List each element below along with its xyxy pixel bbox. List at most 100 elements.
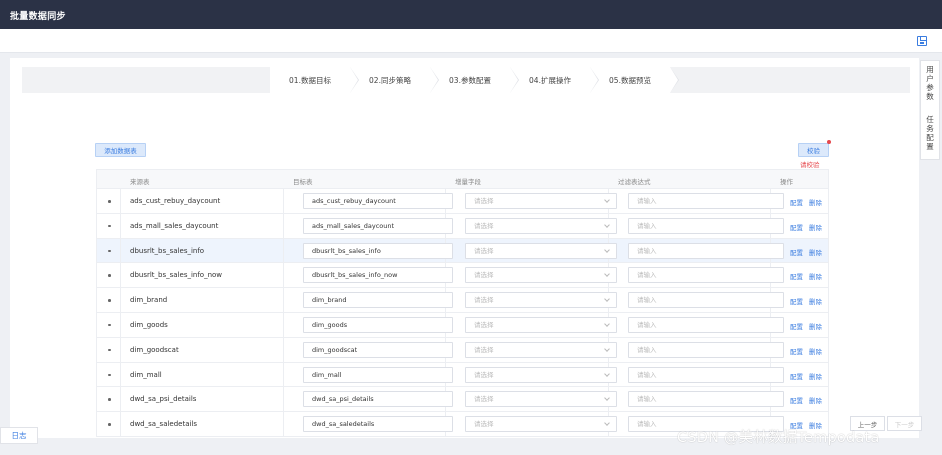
config-link[interactable]: 配置 bbox=[790, 346, 803, 356]
target-table-input[interactable]: dwd_sa_psi_details bbox=[303, 391, 453, 408]
add-table-button[interactable]: 添加数据表 bbox=[95, 143, 146, 157]
input-placeholder: 请输入 bbox=[637, 370, 657, 379]
target-table-input[interactable]: dbusrlt_bs_sales_info_now bbox=[303, 267, 453, 284]
target-table-input[interactable]: dim_brand bbox=[303, 292, 453, 309]
sub-toolbar bbox=[0, 29, 942, 53]
target-table-input[interactable]: dim_mall bbox=[303, 366, 453, 383]
row-bullet bbox=[108, 224, 111, 228]
check-alert-dot bbox=[827, 140, 831, 144]
filter-expression-input[interactable]: 请输入 bbox=[628, 316, 784, 333]
main-panel: 01.数据目标 02.同步策略 03.参数配置 04.扩展操作 05.数据预览 … bbox=[10, 58, 919, 438]
step-3[interactable]: 03.参数配置 bbox=[430, 67, 519, 93]
input-placeholder: 请输入 bbox=[637, 420, 657, 429]
increment-field-select[interactable]: 请选择 bbox=[465, 416, 617, 433]
log-tab[interactable]: 日志 bbox=[0, 427, 38, 444]
table-body: ads_cust_rebuy_daycount ads_cust_rebuy_da… bbox=[96, 189, 829, 437]
col-divider bbox=[283, 387, 284, 412]
col-divider bbox=[120, 337, 121, 362]
delete-link[interactable]: 删除 bbox=[809, 395, 822, 405]
input-placeholder: 请输入 bbox=[637, 345, 657, 354]
filter-expression-input[interactable]: 请输入 bbox=[628, 217, 784, 234]
select-placeholder: 请选择 bbox=[474, 246, 494, 255]
filter-expression-input[interactable]: 请输入 bbox=[628, 366, 784, 383]
chevron-down-icon bbox=[604, 221, 610, 228]
target-table-input[interactable]: ads_mall_sales_daycount bbox=[303, 217, 453, 234]
sync-table: 来源表 目标表 增量字段 过滤表达式 操作 ads_cust_rebuy_day… bbox=[96, 169, 829, 437]
header-ops: 操作 bbox=[780, 178, 793, 186]
config-link[interactable]: 配置 bbox=[790, 321, 803, 331]
target-table-input[interactable]: dim_goodscat bbox=[303, 341, 453, 358]
next-step-button[interactable]: 下一步 bbox=[887, 416, 922, 431]
row-bullet bbox=[108, 398, 111, 401]
step-4[interactable]: 04.扩展操作 bbox=[510, 67, 599, 93]
delete-link[interactable]: 删除 bbox=[809, 346, 822, 356]
select-placeholder: 请选择 bbox=[474, 271, 494, 280]
filter-expression-input[interactable]: 请输入 bbox=[628, 267, 784, 284]
select-placeholder: 请选择 bbox=[474, 395, 494, 404]
row-bullet bbox=[108, 249, 111, 253]
increment-field-select[interactable]: 请选择 bbox=[465, 267, 617, 284]
increment-field-select[interactable]: 请选择 bbox=[465, 292, 617, 309]
chevron-down-icon bbox=[604, 395, 610, 402]
delete-link[interactable]: 删除 bbox=[809, 271, 822, 281]
check-button[interactable]: 校验 bbox=[798, 143, 829, 157]
config-link[interactable]: 配置 bbox=[790, 296, 803, 306]
source-table-name: dim_mall bbox=[130, 370, 162, 379]
delete-link[interactable]: 删除 bbox=[809, 247, 822, 257]
target-table-input[interactable]: dim_goods bbox=[303, 316, 453, 333]
target-table-input[interactable]: ads_cust_rebuy_daycount bbox=[303, 193, 453, 209]
increment-field-select[interactable]: 请选择 bbox=[465, 366, 617, 383]
step-5[interactable]: 05.数据预览 bbox=[590, 67, 679, 93]
step-1[interactable]: 01.数据目标 bbox=[270, 67, 359, 93]
filter-expression-input[interactable]: 请输入 bbox=[628, 341, 784, 358]
increment-field-select[interactable]: 请选择 bbox=[465, 316, 617, 333]
delete-link[interactable]: 删除 bbox=[809, 296, 822, 306]
filter-expression-input[interactable]: 请输入 bbox=[628, 391, 784, 408]
col-divider bbox=[283, 288, 284, 312]
target-table-input[interactable]: dbusrlt_bs_sales_info bbox=[303, 242, 453, 259]
filter-expression-input[interactable]: 请输入 bbox=[628, 193, 784, 209]
col-divider bbox=[283, 213, 284, 238]
chevron-down-icon bbox=[604, 345, 610, 352]
check-warning-text: 请校验 bbox=[800, 161, 820, 169]
col-divider bbox=[120, 412, 121, 436]
filter-expression-input[interactable]: 请输入 bbox=[628, 292, 784, 309]
col-divider bbox=[283, 263, 284, 288]
row-bullet bbox=[108, 323, 111, 327]
delete-link[interactable]: 删除 bbox=[809, 321, 822, 331]
increment-field-select[interactable]: 请选择 bbox=[465, 341, 617, 358]
input-placeholder: 请输入 bbox=[637, 296, 657, 305]
input-placeholder: 请输入 bbox=[637, 271, 657, 280]
save-icon[interactable] bbox=[917, 36, 927, 46]
delete-link[interactable]: 删除 bbox=[809, 222, 822, 232]
row-bullet bbox=[108, 200, 111, 203]
table-row: dim_brand dim_brand 请选择 请输入 配置 删除 bbox=[96, 288, 829, 313]
row-bullet bbox=[108, 274, 111, 277]
delete-link[interactable]: 删除 bbox=[809, 197, 822, 207]
config-link[interactable]: 配置 bbox=[790, 395, 803, 405]
source-table-name: dwd_sa_saledetails bbox=[130, 420, 198, 429]
config-link[interactable]: 配置 bbox=[790, 197, 803, 207]
select-placeholder: 请选择 bbox=[474, 221, 494, 230]
increment-field-select[interactable]: 请选择 bbox=[465, 193, 617, 209]
col-divider bbox=[283, 362, 284, 387]
step-2[interactable]: 02.同步策略 bbox=[350, 67, 439, 93]
config-link[interactable]: 配置 bbox=[790, 371, 803, 381]
delete-link[interactable]: 删除 bbox=[809, 371, 822, 381]
config-link[interactable]: 配置 bbox=[790, 271, 803, 281]
increment-field-select[interactable]: 请选择 bbox=[465, 391, 617, 408]
target-table-input[interactable]: dwd_sa_saledetails bbox=[303, 416, 453, 433]
source-table-name: dim_brand bbox=[130, 296, 168, 305]
col-divider bbox=[120, 213, 121, 238]
header-increment: 增量字段 bbox=[455, 178, 481, 186]
config-link[interactable]: 配置 bbox=[790, 247, 803, 257]
tab-user-params[interactable]: 用户参数 bbox=[921, 65, 939, 101]
config-link[interactable]: 配置 bbox=[790, 222, 803, 232]
increment-field-select[interactable]: 请选择 bbox=[465, 242, 617, 259]
tab-task-config[interactable]: 任务配置 bbox=[921, 115, 939, 151]
increment-field-select[interactable]: 请选择 bbox=[465, 217, 617, 234]
chevron-down-icon bbox=[604, 246, 610, 253]
chevron-down-icon bbox=[604, 321, 610, 327]
input-placeholder: 请输入 bbox=[637, 320, 657, 329]
filter-expression-input[interactable]: 请输入 bbox=[628, 242, 784, 259]
